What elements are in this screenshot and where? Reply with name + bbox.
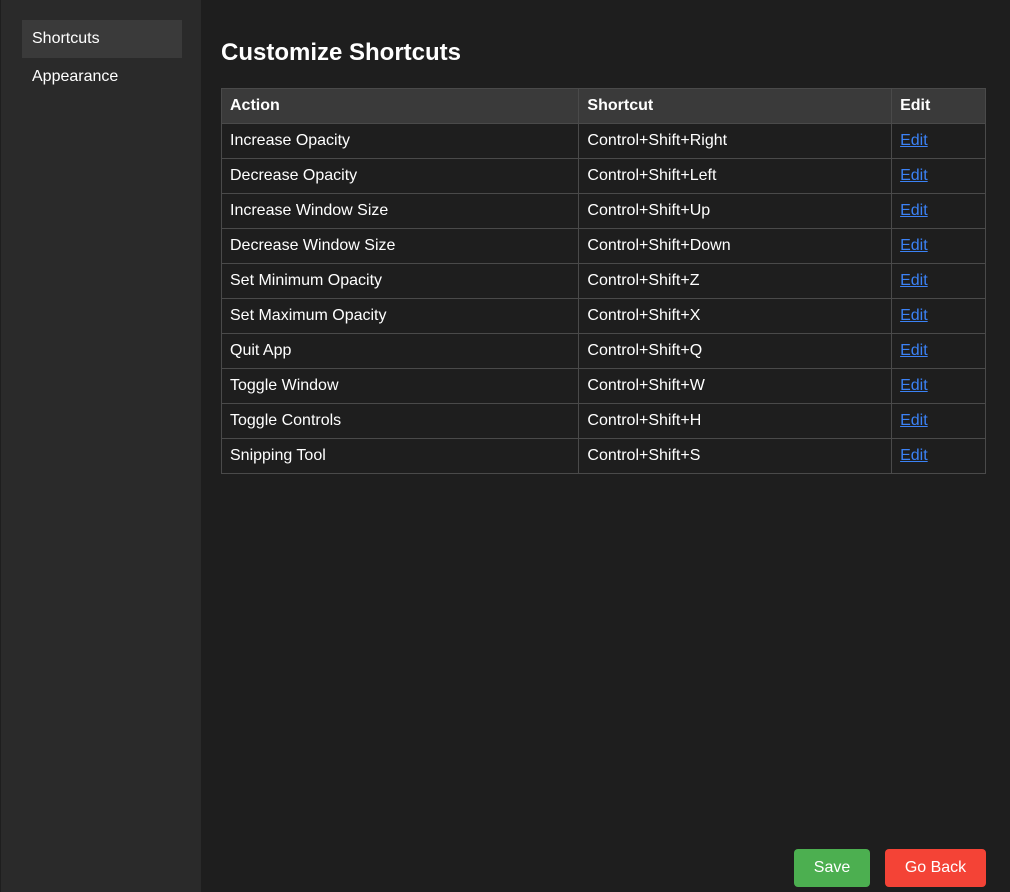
main-content: Customize Shortcuts Action Shortcut Edit… [201,0,1010,892]
action-cell: Toggle Controls [220,403,580,439]
shortcut-cell: Control+Shift+S [578,438,893,474]
action-cell: Increase Opacity [220,123,580,159]
table-row: Set Minimum Opacity Control+Shift+Z Edit [220,263,986,299]
edit-cell: Edit [891,228,986,264]
shortcut-cell: Control+Shift+Up [578,193,893,229]
edit-link[interactable]: Edit [900,167,928,184]
edit-link[interactable]: Edit [900,132,928,149]
edit-link[interactable]: Edit [900,342,928,359]
shortcuts-table: Action Shortcut Edit Increase Opacity Con… [220,88,986,474]
action-cell: Increase Window Size [220,193,580,229]
edit-cell: Edit [891,193,986,229]
edit-cell: Edit [891,438,986,474]
table-row: Toggle Window Control+Shift+W Edit [220,368,986,404]
shortcut-cell: Control+Shift+H [578,403,893,439]
sidebar: Shortcuts Appearance [0,0,201,892]
column-header-action: Action [220,88,580,124]
table-row: Set Maximum Opacity Control+Shift+X Edit [220,298,986,334]
edit-link[interactable]: Edit [900,202,928,219]
save-button[interactable]: Save [794,849,870,887]
table-row: Decrease Opacity Control+Shift+Left Edit [220,158,986,194]
edit-cell: Edit [891,333,986,369]
page-title: Customize Shortcuts [221,39,462,66]
edit-link[interactable]: Edit [900,377,928,394]
edit-cell: Edit [891,298,986,334]
edit-link[interactable]: Edit [900,447,928,464]
edit-cell: Edit [891,368,986,404]
table-row: Increase Window Size Control+Shift+Up Edit [220,193,986,229]
edit-link[interactable]: Edit [900,272,928,289]
edit-cell: Edit [891,263,986,299]
action-cell: Set Minimum Opacity [220,263,580,299]
shortcut-cell: Control+Shift+Z [578,263,893,299]
shortcut-cell: Control+Shift+Q [578,333,893,369]
shortcut-cell: Control+Shift+Down [578,228,893,264]
action-cell: Toggle Window [220,368,580,404]
table-row: Snipping Tool Control+Shift+S Edit [220,438,986,474]
edit-cell: Edit [891,403,986,439]
edit-cell: Edit [891,123,986,159]
action-cell: Decrease Window Size [220,228,580,264]
column-header-shortcut: Shortcut [578,88,893,124]
table-row: Toggle Controls Control+Shift+H Edit [220,403,986,439]
table-row: Decrease Window Size Control+Shift+Down Ed… [220,228,986,264]
action-cell: Decrease Opacity [220,158,580,194]
shortcut-cell: Control+Shift+X [578,298,893,334]
table-header-row: Action Shortcut Edit [220,88,986,124]
shortcut-cell: Control+Shift+W [578,368,893,404]
column-header-edit: Edit [891,88,986,124]
action-cell: Set Maximum Opacity [220,298,580,334]
sidebar-item-shortcuts[interactable]: Shortcuts [22,20,182,58]
shortcut-cell: Control+Shift+Right [578,123,893,159]
action-cell: Quit App [220,333,580,369]
edit-link[interactable]: Edit [900,307,928,324]
sidebar-item-appearance[interactable]: Appearance [22,58,182,96]
shortcut-cell: Control+Shift+Left [578,158,893,194]
table-row: Increase Opacity Control+Shift+Right Edit [220,123,986,159]
edit-link[interactable]: Edit [900,412,928,429]
edit-cell: Edit [891,158,986,194]
go-back-button[interactable]: Go Back [885,849,986,887]
action-cell: Snipping Tool [220,438,580,474]
table-row: Quit App Control+Shift+Q Edit [220,333,986,369]
edit-link[interactable]: Edit [900,237,928,254]
